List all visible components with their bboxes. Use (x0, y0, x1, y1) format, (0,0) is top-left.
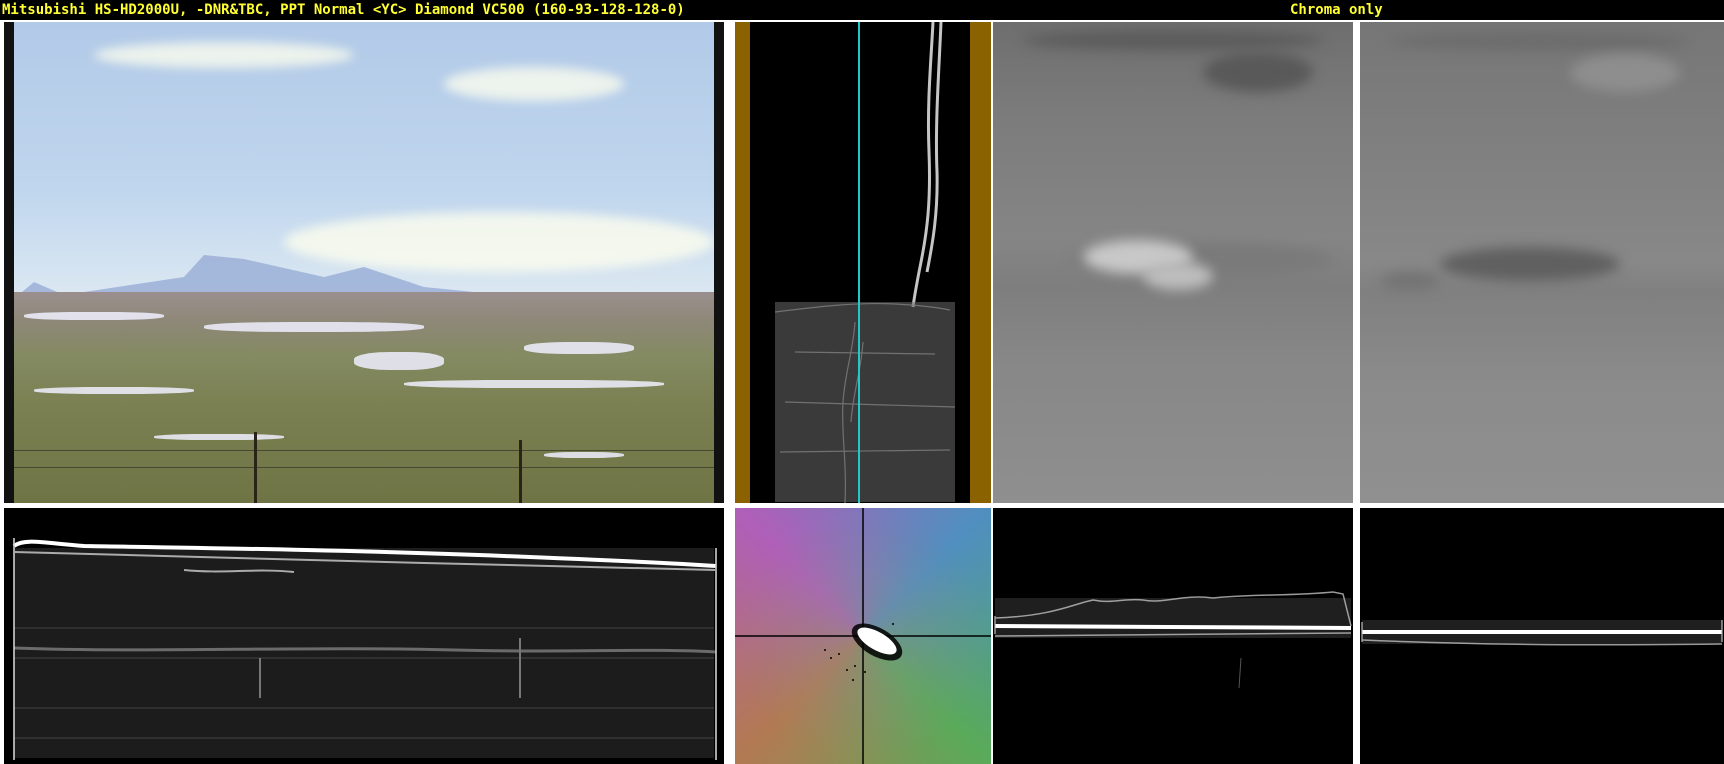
vertical-waveform-panel (735, 22, 991, 503)
vectorscope-panel (735, 508, 991, 764)
cloud-shadow (1203, 52, 1313, 92)
channel-1-waveform-panel (993, 508, 1353, 764)
fence-post (519, 440, 522, 503)
channel-1-image-panel (993, 22, 1353, 503)
channel-2-waveform-trace (1361, 620, 1723, 646)
cloud (444, 67, 624, 101)
dark-cloud (1440, 247, 1620, 281)
mode-label: Chroma only (1290, 2, 1383, 18)
frame-edge-right (714, 22, 724, 503)
window-title: Mitsubishi HS-HD2000U, -DNR&TBC, PPT Nor… (2, 2, 685, 18)
channel-2-image-panel (1360, 22, 1724, 503)
snow-patch (34, 387, 194, 394)
frame-edge-left (4, 22, 14, 503)
snow-patch (154, 434, 284, 440)
video-frame-panel (4, 22, 724, 503)
snow-patch (404, 380, 664, 388)
luma-waveform-trace (12, 538, 717, 760)
channel-2-waveform-panel (1360, 508, 1724, 764)
snow-patch (354, 352, 444, 370)
snow-patch (24, 312, 164, 320)
luma-waveform-panel (4, 508, 724, 764)
snow-patch (204, 322, 424, 332)
fence-wire (14, 450, 714, 451)
bright-cloud (1143, 262, 1213, 290)
vwave-cursor-line (858, 22, 860, 503)
vertical-waveform-trace (774, 22, 956, 503)
cloud (94, 42, 354, 68)
fence-wire (14, 467, 714, 468)
cloud-shadow (1390, 32, 1690, 50)
dark-cloud (1380, 272, 1440, 290)
vectorscope-plot (735, 508, 991, 764)
title-bar: Mitsubishi HS-HD2000U, -DNR&TBC, PPT Nor… (0, 0, 1724, 20)
cloud-highlight (1570, 54, 1680, 92)
snow-patch (524, 342, 634, 354)
channel-1-waveform-trace (994, 591, 1352, 689)
snow-patch (544, 452, 624, 458)
fence-post (254, 432, 257, 503)
cloud-shadow (1023, 30, 1323, 50)
